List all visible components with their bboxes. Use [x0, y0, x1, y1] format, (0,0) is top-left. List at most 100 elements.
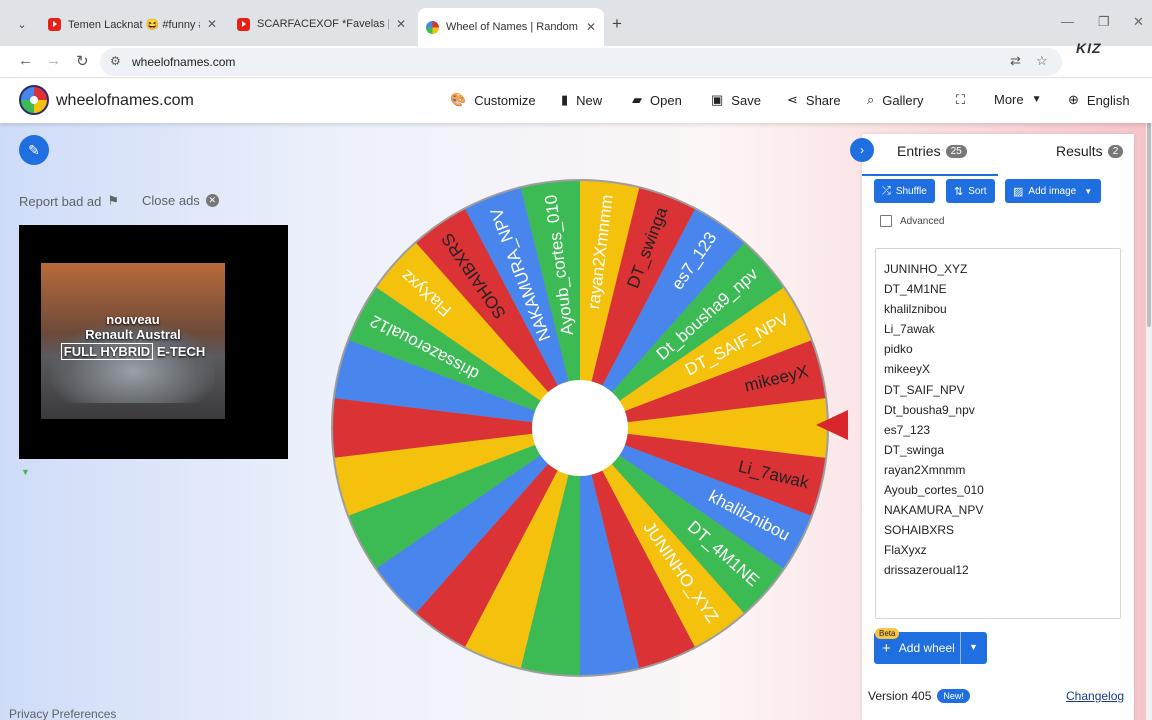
- browser-tab-bar: ⌄ Temen Lacknat 😆 #funny #sh ✕ SCARFACEX…: [0, 0, 1152, 46]
- tab-title: SCARFACEXOF *Favelas [BOBO: [257, 18, 389, 30]
- edit-pencil-icon[interactable]: ✎: [19, 135, 49, 165]
- more-button[interactable]: More ▼: [994, 92, 1042, 107]
- version-label: Version 405: [868, 689, 932, 703]
- report-ad-label: Report bad ad: [19, 193, 102, 209]
- version-info: Version 405 New!: [868, 689, 970, 703]
- ad-choices-icon[interactable]: ▼: [21, 467, 30, 477]
- close-icon[interactable]: ✕: [207, 17, 217, 31]
- shuffle-label: Shuffle: [895, 185, 927, 197]
- spin-wheel[interactable]: pidkomikeeyXDT_SAIF_NPVDt_bousha9_npves7…: [330, 163, 830, 688]
- wheel-icon: [426, 20, 439, 34]
- tab-search-icon[interactable]: ⌄: [10, 12, 34, 36]
- close-icon[interactable]: ✕: [586, 20, 596, 34]
- customize-label: Customize: [474, 92, 536, 108]
- youtube-icon: [48, 17, 61, 31]
- entry-line: SOHAIBXRS: [884, 523, 955, 538]
- share-button[interactable]: ⋖ Share: [787, 92, 841, 108]
- ad-line-2: Renault Austral: [85, 327, 181, 342]
- advanced-checkbox[interactable]: Advanced: [880, 215, 944, 227]
- entry-line: FlaXyxz: [884, 543, 927, 558]
- advertisement[interactable]: nouveau Renault Austral FULL HYBRID E-TE…: [19, 225, 288, 459]
- site-name[interactable]: wheelofnames.com: [56, 92, 194, 110]
- extension-logo[interactable]: KIZ: [1076, 40, 1132, 76]
- minimize-icon[interactable]: —: [1061, 14, 1074, 29]
- add-image-label: Add image: [1028, 185, 1077, 197]
- caret-down-icon: ▼: [1031, 94, 1042, 105]
- tab-title: Wheel of Names | Random nam: [446, 21, 578, 33]
- url-text: wheelofnames.com: [132, 55, 236, 69]
- entry-line: Ayoub_cortes_010: [884, 483, 984, 498]
- new-tab-icon[interactable]: +: [612, 14, 622, 34]
- language-label: English: [1086, 92, 1130, 108]
- privacy-preferences-link[interactable]: Privacy Preferences: [9, 707, 116, 720]
- sort-label: Sort: [968, 185, 987, 197]
- translate-icon[interactable]: ⇄: [1010, 53, 1021, 69]
- shuffle-button[interactable]: ⤮ Shuffle: [874, 179, 935, 203]
- scrollbar-thumb[interactable]: [1147, 87, 1151, 327]
- window-close-icon[interactable]: ✕: [1133, 14, 1144, 30]
- results-tab-label: Results: [1056, 143, 1103, 159]
- checkbox-box[interactable]: [880, 215, 892, 227]
- ad-line-1: nouveau: [106, 312, 160, 327]
- close-ads-link[interactable]: Close ads ✕: [142, 193, 219, 208]
- close-icon[interactable]: ✕: [396, 17, 406, 31]
- reload-icon[interactable]: ↻: [76, 52, 89, 70]
- back-icon[interactable]: ←: [18, 52, 33, 69]
- bookmark-star-icon[interactable]: ☆: [1036, 53, 1048, 69]
- wheel-container[interactable]: pidkomikeeyXDT_SAIF_NPVDt_bousha9_npves7…: [330, 163, 830, 688]
- customize-button[interactable]: 🎨 Customize: [450, 92, 536, 108]
- changelog-link[interactable]: Changelog: [1066, 689, 1124, 703]
- entry-line: DT_swinga: [884, 442, 945, 457]
- entry-line: DT_SAIF_NPV: [884, 382, 965, 397]
- beta-badge: Beta: [875, 628, 900, 639]
- entry-line: Li_7awak: [884, 322, 935, 337]
- restore-icon[interactable]: ❐: [1098, 14, 1110, 30]
- entry-line: drissazeroual12: [884, 563, 969, 578]
- palette-icon: 🎨: [450, 92, 467, 107]
- entry-line: khalilznibou: [884, 302, 947, 317]
- new-label: New: [576, 92, 603, 108]
- sort-icon: ⇅: [954, 185, 964, 198]
- entry-line: NAKAMURA_NPV: [884, 503, 984, 518]
- site-settings-icon[interactable]: ⚙: [110, 54, 121, 68]
- close-ads-label: Close ads: [142, 193, 200, 208]
- tab-entries[interactable]: Entries 25: [897, 143, 967, 159]
- entry-line: es7_123: [884, 422, 931, 437]
- entries-count-badge: 25: [945, 144, 967, 158]
- add-image-button[interactable]: ▨ Add image ▼: [1005, 179, 1101, 203]
- collapse-panel-icon[interactable]: ›: [850, 138, 874, 162]
- share-icon: ⋖: [787, 92, 798, 107]
- wheel-center[interactable]: [532, 380, 628, 476]
- language-button[interactable]: ⊕ English: [1068, 92, 1130, 108]
- shuffle-icon: ⤮: [882, 184, 891, 197]
- fullscreen-button[interactable]: ⛶: [956, 92, 973, 108]
- entry-line: mikeeyX: [884, 362, 931, 377]
- browser-tab[interactable]: SCARFACEXOF *Favelas [BOBO ✕: [229, 10, 414, 38]
- advanced-label: Advanced: [900, 215, 945, 227]
- sort-button[interactable]: ⇅ Sort: [946, 179, 995, 203]
- page-scrollbar[interactable]: [1146, 79, 1152, 720]
- browser-tab-active[interactable]: Wheel of Names | Random nam ✕: [418, 8, 604, 46]
- page-body: ✎ Report bad ad ⚑ Close ads ✕ nouveau Re…: [0, 123, 1152, 720]
- folder-icon: ▰: [632, 92, 642, 107]
- report-ad-link[interactable]: Report bad ad ⚑: [19, 193, 119, 209]
- site-logo[interactable]: [19, 85, 49, 115]
- entries-textarea[interactable]: JUNINHO_XYZ DT_4M1NE khalilznibou Li_7awak p…: [875, 248, 1121, 619]
- floppy-icon: ▣: [711, 92, 724, 107]
- fullscreen-icon: ⛶: [956, 92, 966, 107]
- save-button[interactable]: ▣ Save: [711, 92, 761, 108]
- entry-line: JUNINHO_XYZ: [884, 262, 968, 276]
- caret-down-icon[interactable]: ▼: [969, 642, 978, 652]
- browser-tab[interactable]: Temen Lacknat 😆 #funny #sh ✕: [40, 10, 225, 38]
- url-field[interactable]: ⚙ wheelofnames.com ⇄ ☆: [100, 48, 1062, 76]
- gallery-button[interactable]: ⌕ Gallery: [867, 92, 923, 108]
- forward-icon[interactable]: →: [46, 52, 61, 69]
- new-button[interactable]: ▮ New: [561, 92, 602, 108]
- tab-results[interactable]: Results 2: [1056, 143, 1124, 159]
- open-button[interactable]: ▰ Open: [632, 92, 682, 108]
- save-label: Save: [731, 92, 761, 108]
- open-label: Open: [650, 92, 682, 108]
- image-icon: ▨: [1013, 185, 1024, 198]
- youtube-icon: [237, 17, 250, 31]
- plus-icon: +: [882, 639, 891, 657]
